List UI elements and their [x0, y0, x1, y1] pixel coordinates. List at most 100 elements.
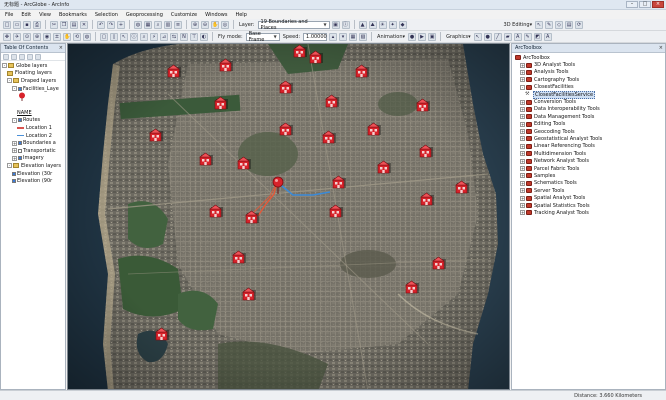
expand-icon[interactable]: +	[520, 114, 525, 120]
animation-record-icon[interactable]: ●	[408, 32, 417, 41]
vertex-icon[interactable]: ◇	[555, 20, 564, 29]
toolbox-item[interactable]: + Samples	[513, 172, 664, 179]
pan-icon[interactable]: ✋	[211, 20, 219, 29]
toolbox-icon[interactable]: ▥	[164, 20, 172, 29]
expand-icon[interactable]: +	[12, 148, 17, 154]
fly-icon[interactable]: ✈	[13, 32, 21, 41]
toolbox-item[interactable]: + Server Tools	[513, 187, 664, 194]
toolbox-item[interactable]: + Multidimension Tools	[513, 150, 664, 157]
expand-icon[interactable]: +	[520, 99, 525, 105]
expand-icon[interactable]: +	[520, 143, 525, 149]
expand-icon[interactable]: +	[520, 62, 525, 68]
toc-item[interactable]: - Routes	[2, 117, 64, 125]
list-by-source-icon[interactable]	[11, 54, 17, 60]
layer-properties-icon[interactable]: ▣	[331, 20, 340, 29]
toolbox-item[interactable]: + Data Management Tools	[513, 113, 664, 120]
toolbox-item[interactable]: + Tracking Analyst Tools	[513, 209, 664, 216]
expand-icon[interactable]: +	[520, 106, 525, 112]
effects-icon[interactable]: ✦	[388, 20, 397, 29]
expand-icon[interactable]: +	[12, 155, 17, 161]
toolbox-item[interactable]: +3D Analyst Tools	[513, 61, 664, 68]
swipe-icon[interactable]: ⇆	[170, 32, 178, 41]
elevation-icon[interactable]: ⛰	[368, 20, 377, 29]
toc-item[interactable]: Floating layers	[2, 70, 64, 78]
expand-icon[interactable]: +	[520, 77, 525, 83]
visibility-checkbox[interactable]	[18, 86, 22, 91]
zoom-in-icon[interactable]: ⊕	[191, 20, 199, 29]
expand-icon[interactable]: +	[12, 140, 17, 146]
expand-icon[interactable]: +	[520, 210, 525, 216]
toolbox-item[interactable]: + Data Interoperability Tools	[513, 106, 664, 113]
toc-item[interactable]: + Imagery	[2, 155, 64, 163]
expand-icon[interactable]: +	[520, 121, 525, 127]
toolbox-item[interactable]: + Editing Tools	[513, 121, 664, 128]
spin-icon[interactable]: ⟲	[73, 32, 81, 41]
contrast-icon[interactable]: ◐	[200, 32, 208, 41]
toolbox-item[interactable]: + Spatial Analyst Tools	[513, 194, 664, 201]
toolbox-item[interactable]: + Conversion Tools	[513, 98, 664, 105]
menu-file[interactable]: File	[5, 12, 13, 18]
graphics-font-color-icon[interactable]: A	[543, 32, 552, 41]
visibility-checkbox[interactable]	[12, 179, 16, 184]
zoom-out-icon[interactable]: ⊖	[201, 20, 209, 29]
graphics-text-icon[interactable]: A	[513, 32, 522, 41]
graphics-select-icon[interactable]: ↖	[473, 32, 482, 41]
select-elements-icon[interactable]: ↖	[120, 32, 128, 41]
graphics-fill-color-icon[interactable]: ◩	[533, 32, 542, 41]
animation-play-icon[interactable]: ▶	[418, 32, 427, 41]
open-folder-icon[interactable]: ▭	[13, 20, 21, 29]
list-by-selection-icon[interactable]	[27, 54, 33, 60]
toolbox-item[interactable]: ArcToolbox	[513, 54, 664, 61]
toolbox-item[interactable]: + Network Analyst Tools	[513, 157, 664, 164]
full-extent-globe-icon[interactable]: ◍	[83, 32, 91, 41]
redo-icon[interactable]: ↷	[107, 20, 115, 29]
toolbox-item[interactable]: ⚒ ClosestFacilitiesService	[513, 90, 664, 99]
search-icon[interactable]: ⌕	[154, 20, 162, 29]
copy-icon[interactable]: ❐	[60, 20, 68, 29]
find-icon[interactable]: ⌕	[140, 32, 148, 41]
close-icon[interactable]: ×	[59, 45, 63, 51]
visibility-checkbox[interactable]	[18, 141, 22, 146]
globe-icon[interactable]: ◍	[134, 20, 142, 29]
layer-tools-icon[interactable]: ◆	[398, 20, 407, 29]
graphics-line-color-icon[interactable]: ✎	[523, 32, 532, 41]
expand-icon[interactable]: +	[520, 195, 525, 201]
shading-icon[interactable]: ▧	[359, 32, 368, 41]
list-by-order-icon[interactable]	[3, 54, 9, 60]
speed-up-icon[interactable]: ▴	[329, 32, 338, 41]
list-by-visibility-icon[interactable]	[19, 54, 25, 60]
menu-customize[interactable]: Customize	[171, 12, 197, 18]
select-features-icon[interactable]: ▢	[100, 32, 108, 41]
3d-editing-menu[interactable]: 3D Editing▾	[503, 22, 534, 28]
collapse-icon[interactable]: -	[520, 84, 525, 90]
globe-view[interactable]	[67, 43, 510, 390]
hyperlink-icon[interactable]: ⚡	[150, 32, 158, 41]
toolbox-item[interactable]: + Spatial Statistics Tools	[513, 202, 664, 209]
zoom-target-icon[interactable]: ⊕	[33, 32, 41, 41]
expand-icon[interactable]: +	[520, 188, 525, 194]
print-icon[interactable]: ⎙	[33, 20, 41, 29]
python-icon[interactable]: ≡	[174, 20, 182, 29]
toc-item[interactable]: + Transportatic	[2, 147, 64, 155]
view-north-icon[interactable]: N	[180, 32, 188, 41]
expand-icon[interactable]: +	[520, 151, 525, 157]
expand-icon[interactable]: +	[520, 158, 525, 164]
target-center-icon[interactable]: ⊙	[23, 32, 31, 41]
toolbox-item[interactable]: + Schematics Tools	[513, 180, 664, 187]
close-icon[interactable]: ×	[659, 45, 663, 51]
zoom-in-out-icon[interactable]: ±	[53, 32, 61, 41]
toc-item[interactable]: + Boundaries a	[2, 139, 64, 147]
extrude-icon[interactable]: ▲	[358, 20, 367, 29]
rotate-icon[interactable]: ⟳	[575, 20, 584, 29]
view-top-icon[interactable]: ⊤	[190, 32, 198, 41]
visibility-checkbox[interactable]	[18, 156, 22, 161]
toolbox-item[interactable]: + Linear Referencing Tools	[513, 143, 664, 150]
attributes-icon[interactable]: ▤	[565, 20, 574, 29]
lighting-icon[interactable]: ☀	[378, 20, 387, 29]
navigate-icon[interactable]: ✥	[3, 32, 11, 41]
graphics-polygon-icon[interactable]: ▰	[503, 32, 512, 41]
menu-geoprocessing[interactable]: Geoprocessing	[126, 12, 163, 18]
speed-input[interactable]: 1.00000	[303, 32, 328, 41]
new-document-icon[interactable]: □	[3, 20, 11, 29]
maximize-button[interactable]: □	[639, 1, 651, 8]
